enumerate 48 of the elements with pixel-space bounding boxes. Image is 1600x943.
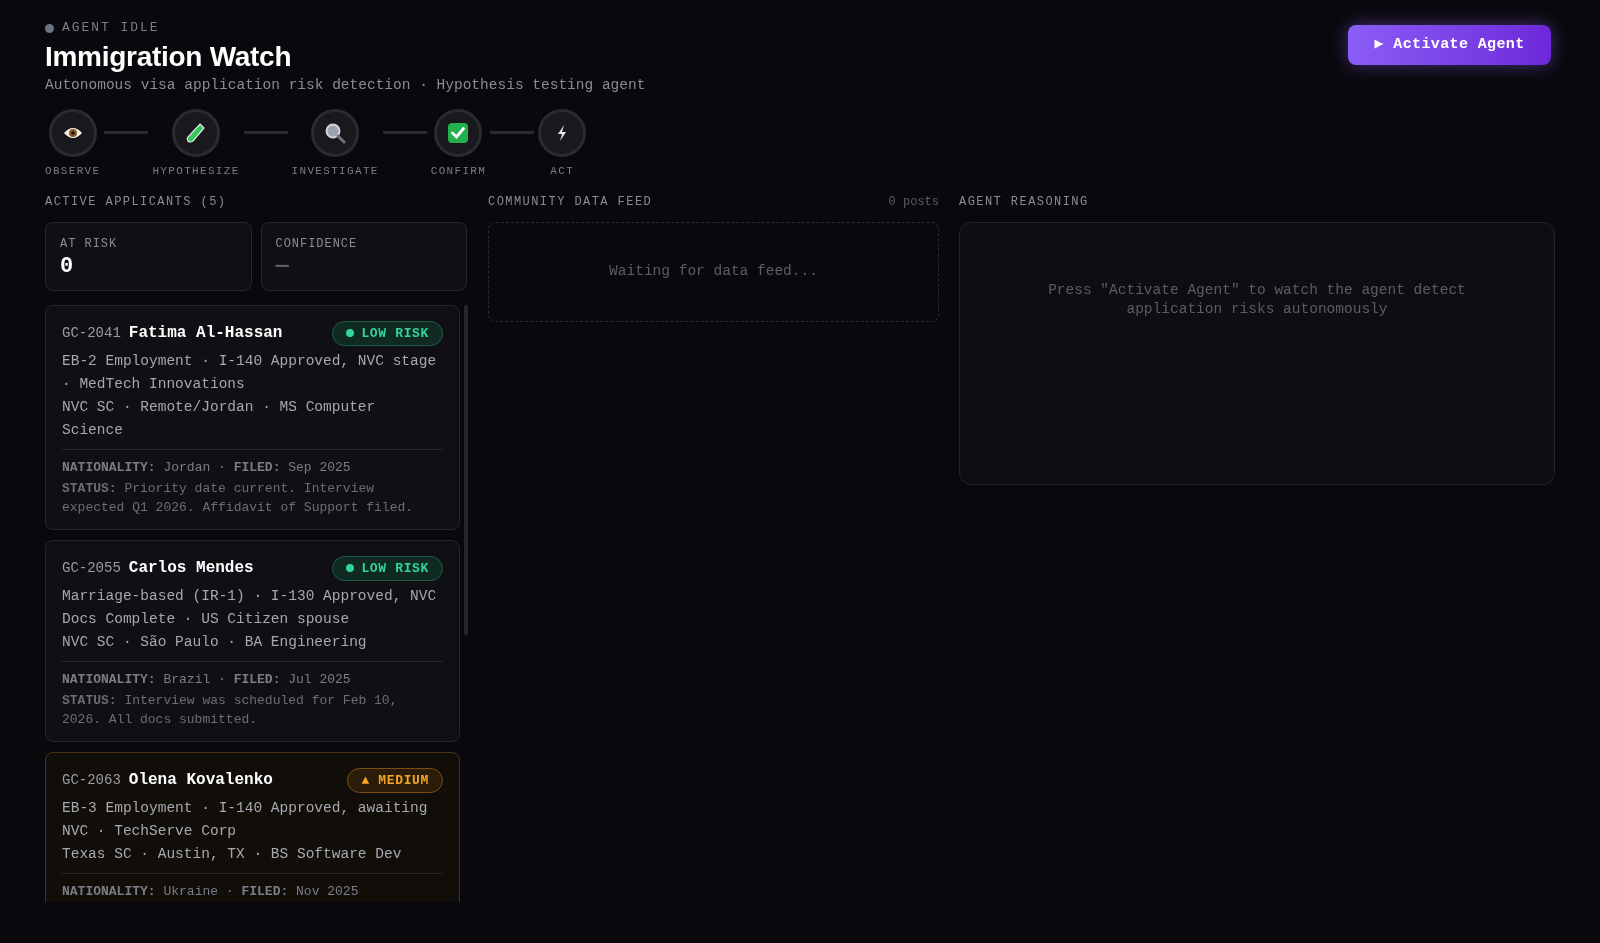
applicant-card[interactable] (45, 540, 460, 743)
risk-badge: LOW RISK (332, 555, 443, 581)
applicant-detail: EB-3 Employment · I-140 Approved, awaiting NVC · TechServe Corp (62, 799, 429, 842)
applicant-name: Fatima Al-Hassan (128, 323, 283, 345)
section-heading: AGENT REASONING (959, 194, 1090, 212)
activate-button[interactable]: ▶ Activate Agent (1348, 25, 1551, 65)
applicant-meta: NATIONALITY: Brazil · FILED: Jul 2025 (62, 671, 352, 690)
empty-message: Waiting for data feed... (609, 262, 818, 282)
applicant-id: GC-2063 (62, 771, 121, 791)
search-icon (324, 121, 347, 144)
lightning-icon (556, 123, 569, 142)
applicant-status: STATUS: Priority date current. Interview expected Q1 2026. Affidavit of Support filed. (62, 480, 415, 518)
subtitle: Autonomous visa application risk detection · Hypothesis testing agent (45, 76, 646, 95)
applicant-name: Carlos Mendes (128, 558, 254, 580)
applicant-detail: Marriage-based (IR-1) · I-130 Approved, NVC Docs Complete · US Citizen spouse (62, 587, 438, 630)
page-title: Immigration Watch (45, 40, 293, 74)
applicant-detail: EB-2 Employment · I-140 Approved, NVC stage · MedTech Innovations (62, 352, 438, 395)
applicant-card[interactable]: GC-2063 Olena Kovalenko ▲ MEDIUM EB-3 Employment · I-140 Approved, awaiting NVC · TechServe Corp Texas SC · Austin, TX · BS Software Dev NATIONALITY: Ukraine · FILED: Nov 2025 (45, 752, 460, 903)
section-heading: COMMUNITY DATA FEED (488, 194, 653, 212)
step-label: INVESTIGATE (291, 163, 379, 179)
empty-message: Press "Activate Agent" to watch the agent detect application risks autonomously (1047, 281, 1467, 320)
step-label: CONFIRM (430, 163, 487, 179)
eye-icon (62, 125, 83, 140)
post-count: 0 posts (888, 194, 939, 212)
stat-value: 0 (60, 253, 75, 282)
status-label: AGENT IDLE (62, 19, 160, 38)
step-label: ACT (550, 163, 575, 179)
applicant-name: Olena Kovalenko (128, 770, 273, 792)
stat-label: AT RISK (60, 236, 119, 254)
step-label: OBSERVE (45, 163, 101, 179)
applicant-id: GC-2041 (62, 324, 121, 344)
applicant-id: GC-2055 (62, 559, 121, 579)
applicant-status: STATUS: Interview was scheduled for Feb 10, 2026. All docs submitted. (62, 692, 399, 730)
stat-label: CONFIDENCE (275, 236, 359, 254)
applicant-meta: NATIONALITY: Jordan · FILED: Sep 2025 (62, 459, 352, 478)
risk-badge: LOW RISK (332, 320, 443, 346)
test-tube-icon (186, 121, 206, 144)
scrollbar[interactable] (464, 305, 468, 636)
step-label: HYPOTHESIZE (152, 163, 240, 179)
check-icon (447, 121, 470, 144)
section-heading: ACTIVE APPLICANTS (5) (45, 194, 228, 212)
stat-value: — (275, 253, 290, 282)
risk-badge: ▲ MEDIUM (347, 767, 443, 793)
applicant-meta: NATIONALITY: Ukraine · FILED: Nov 2025 (62, 883, 360, 902)
applicant-detail: Texas SC · Austin, TX · BS Software Dev (62, 845, 403, 865)
applicant-card[interactable] (45, 305, 460, 531)
applicant-detail: NVC SC · São Paulo · BA Engineering (62, 633, 368, 653)
applicant-detail: NVC SC · Remote/Jordan · MS Computer Science (62, 398, 377, 441)
